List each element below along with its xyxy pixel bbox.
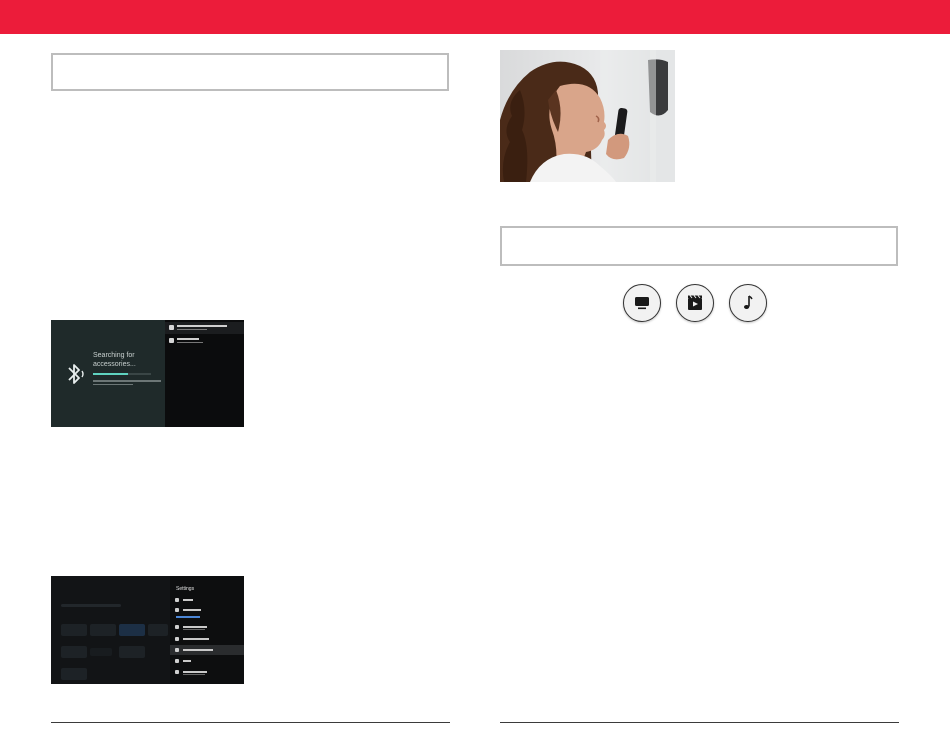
settings-panel: Settings <box>170 576 244 684</box>
pairing-instructions <box>93 380 161 386</box>
footer-rule-right <box>500 722 899 723</box>
bluetooth-search-panel: Searching for accessories... <box>51 320 165 427</box>
search-progress-fill <box>93 373 128 375</box>
settings-section-label <box>176 616 200 618</box>
section-header-box-left <box>51 53 449 91</box>
search-progress-bar <box>93 373 151 375</box>
settings-row[interactable] <box>170 595 244 605</box>
bluetooth-search-title: Searching for accessories... <box>93 352 136 368</box>
woman-speaking-illustration <box>500 50 675 182</box>
accessory-list-item[interactable] <box>165 322 244 334</box>
settings-title: Settings <box>176 586 195 592</box>
footer-rule-left <box>51 722 450 723</box>
tv-icon <box>623 284 661 322</box>
accessory-list-item[interactable] <box>165 335 244 347</box>
settings-row[interactable] <box>170 667 244 677</box>
music-note-icon <box>729 284 767 322</box>
remote-icon <box>169 338 174 343</box>
voice-remote-photo <box>500 50 675 182</box>
settings-row[interactable] <box>170 656 244 666</box>
settings-screenshot: Settings <box>51 576 244 684</box>
bluetooth-pairing-screenshot: Searching for accessories... <box>51 320 244 427</box>
settings-row[interactable] <box>170 634 244 644</box>
settings-row-remotes-accessories[interactable] <box>170 645 244 655</box>
bluetooth-icon <box>68 364 84 384</box>
movie-icon <box>676 284 714 322</box>
section-header-box-right <box>500 226 898 266</box>
settings-row[interactable] <box>170 605 244 615</box>
bluetooth-icon <box>169 325 174 330</box>
settings-row[interactable] <box>170 622 244 632</box>
accessory-list <box>165 320 244 427</box>
top-accent-bar <box>0 0 950 34</box>
